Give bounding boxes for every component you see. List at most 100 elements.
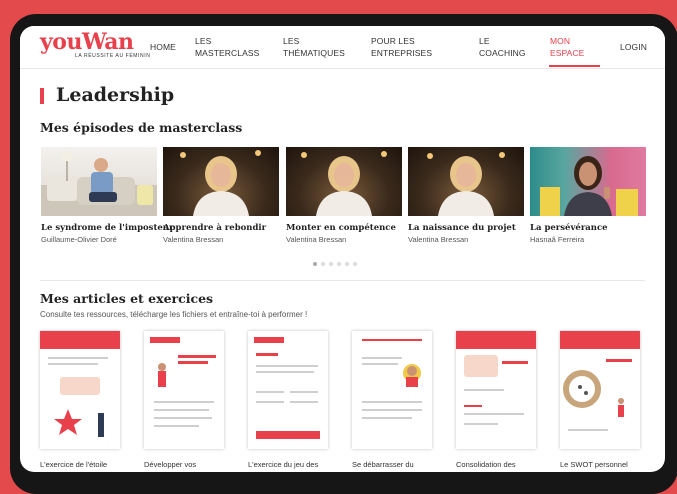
episode-author: Valentina Bressan: [286, 235, 347, 244]
article-title[interactable]: Développer vos: [144, 460, 224, 469]
logo[interactable]: youWan LA RÉUSSITE AU FÉMININ: [40, 30, 150, 59]
nav-coaching[interactable]: LE COACHING: [479, 35, 526, 59]
episode-title[interactable]: La naissance du projet: [408, 223, 524, 233]
nav-coaching-label-1: LE: [479, 36, 490, 46]
episode-thumbnail[interactable]: [530, 147, 646, 216]
episodes-section-title: Mes épisodes de masterclass: [40, 120, 243, 135]
nav-mon-espace-label-1: MON: [550, 36, 571, 46]
nav-coaching-label-2: COACHING: [479, 48, 526, 58]
nav-masterclass[interactable]: LES MASTERCLASS: [195, 35, 259, 59]
section-divider: [40, 280, 645, 281]
text-line: [362, 409, 422, 411]
article-card[interactable]: Consolidation des: [456, 331, 536, 469]
text-line: [464, 413, 524, 415]
heading-line: [464, 405, 482, 407]
article-card[interactable]: L'exercice de l'étoile: [40, 331, 120, 469]
heading-line: [178, 355, 216, 358]
episode-author: Guillaume-Olivier Doré: [41, 235, 117, 244]
text-line: [464, 423, 498, 425]
text-line: [362, 357, 402, 359]
article-preview[interactable]: [560, 331, 640, 449]
article-title[interactable]: Se débarrasser du: [352, 460, 432, 469]
episode-card[interactable]: Le syndrome de l'imposteur Guillaume-Oli…: [41, 147, 173, 244]
nav-thematiques-label-1: LES: [283, 36, 300, 46]
active-nav-indicator: [549, 65, 600, 67]
text-line: [48, 363, 98, 365]
nav-mon-espace[interactable]: MON ESPACE: [550, 35, 584, 59]
article-title[interactable]: Le SWOT personnel: [560, 460, 640, 469]
carousel-dot[interactable]: [345, 262, 349, 266]
carousel-dot[interactable]: [329, 262, 333, 266]
figure-illustration: [158, 363, 166, 387]
episode-thumbnail[interactable]: [286, 147, 402, 216]
episode-author: Valentina Bressan: [163, 235, 224, 244]
title-accent-bar: [40, 88, 44, 104]
article-card[interactable]: L'exercice du jeu des: [248, 331, 328, 469]
page-title: Leadership: [56, 84, 175, 106]
nav-entreprises[interactable]: POUR LES ENTREPRISES: [371, 35, 432, 59]
logo-text: youWan: [40, 29, 134, 55]
nav-login-label: LOGIN: [620, 42, 647, 52]
episode-card[interactable]: Monter en compétence Valentina Bressan: [286, 147, 402, 244]
nav-masterclass-label-1: LES: [195, 36, 212, 46]
episode-title[interactable]: Le syndrome de l'imposteur: [41, 223, 173, 233]
episode-thumbnail[interactable]: [41, 147, 157, 216]
article-card[interactable]: Le SWOT personnel: [560, 331, 640, 469]
text-line: [256, 391, 284, 393]
carousel-dot[interactable]: [337, 262, 341, 266]
star-illustration: [54, 409, 104, 437]
nav-thematiques-label-2: THÉMATIQUES: [283, 48, 345, 58]
speaker-image: [301, 151, 387, 216]
text-line: [256, 371, 314, 373]
woman-illustration: [403, 364, 421, 387]
text-line: [154, 401, 214, 403]
carousel-pagination: [313, 253, 361, 271]
illustration: [464, 355, 498, 377]
sheet-logo: [150, 337, 180, 343]
episode-card[interactable]: La persévérance Hasnaâ Ferreira: [530, 147, 646, 244]
text-line: [290, 391, 318, 393]
article-title[interactable]: Consolidation des: [456, 460, 536, 469]
episode-title[interactable]: Apprendre à rebondir: [163, 223, 279, 233]
article-preview[interactable]: [144, 331, 224, 449]
nav-home-label: HOME: [150, 42, 176, 52]
illustration: [60, 377, 100, 395]
article-title[interactable]: L'exercice de l'étoile: [40, 460, 120, 469]
carousel-dot[interactable]: [321, 262, 325, 266]
episode-thumbnail[interactable]: [408, 147, 524, 216]
carousel-dot[interactable]: [353, 262, 357, 266]
sheet-logo: [254, 337, 284, 343]
text-line: [568, 429, 608, 431]
article-title[interactable]: L'exercice du jeu des: [248, 460, 328, 469]
text-line: [154, 409, 209, 411]
heading-line: [502, 361, 528, 364]
office-scene-image: [41, 151, 157, 216]
sheet-header-bar: [456, 331, 536, 349]
articles-section-title: Mes articles et exercices: [40, 291, 214, 306]
article-preview[interactable]: [248, 331, 328, 449]
text-line: [464, 389, 504, 391]
episode-title[interactable]: La persévérance: [530, 223, 646, 233]
nav-thematiques[interactable]: LES THÉMATIQUES: [283, 35, 345, 59]
sheet-header-bar: [40, 331, 120, 349]
screen: youWan LA RÉUSSITE AU FÉMININ HOME LES M…: [20, 26, 665, 472]
article-preview[interactable]: [352, 331, 432, 449]
article-card[interactable]: Développer vos: [144, 331, 224, 469]
articles-section-subtitle: Consulte tes ressources, télécharge les …: [40, 310, 308, 319]
text-line: [154, 417, 212, 419]
article-card[interactable]: Se débarrasser du: [352, 331, 432, 469]
text-line: [256, 401, 284, 403]
footer-band: [256, 431, 320, 439]
nav-login[interactable]: LOGIN: [620, 41, 647, 53]
article-preview[interactable]: [40, 331, 120, 449]
episode-thumbnail[interactable]: [163, 147, 279, 216]
episode-card[interactable]: Apprendre à rebondir Valentina Bressan: [163, 147, 279, 244]
article-preview[interactable]: [456, 331, 536, 449]
nav-home[interactable]: HOME: [150, 41, 176, 53]
text-line: [48, 357, 108, 359]
carousel-dot[interactable]: [313, 262, 317, 266]
episode-card[interactable]: La naissance du projet Valentina Bressan: [408, 147, 524, 244]
nav-entreprises-label-2: ENTREPRISES: [371, 48, 433, 58]
episode-title[interactable]: Monter en compétence: [286, 223, 402, 233]
nav-mon-espace-label-2: ESPACE: [550, 48, 585, 58]
